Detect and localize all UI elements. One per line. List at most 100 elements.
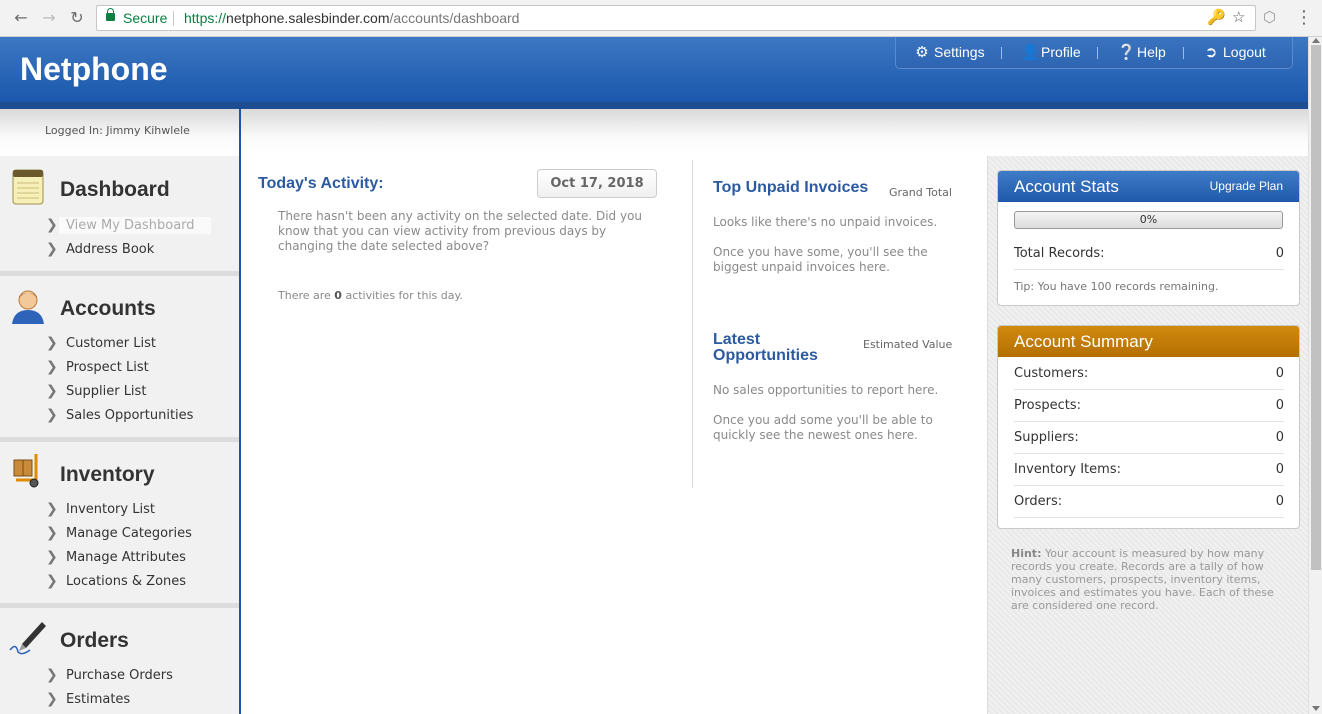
records-tip: Tip: You have 100 records remaining. — [1014, 280, 1219, 293]
sidebar-heading-accounts: Accounts — [60, 297, 156, 320]
summary-row-prospects: Prospects: 0 — [1014, 390, 1284, 422]
sidebar-section-dashboard: Dashboard ❯ View My Dashboard ❯ Address Bo… — [0, 156, 239, 272]
help-icon: ❔ — [1117, 44, 1136, 61]
invoices-help-message: Once you have some, you'll see the bigge… — [713, 245, 928, 274]
gear-icon: ⚙ — [915, 44, 929, 61]
summary-row-inventory-items: Inventory Items: 0 — [1014, 454, 1284, 486]
sidebar-item-prospect-list[interactable]: ❯ Prospect List — [46, 359, 149, 375]
sidebar-heading-inventory: Inventory — [60, 463, 155, 486]
chevron-right-icon: ❯ — [46, 359, 58, 375]
sidebar-item-purchase-orders[interactable]: ❯ Purchase Orders — [46, 667, 173, 683]
key-icon[interactable]: 🔑 — [1207, 6, 1226, 30]
account-stats-panel: Account Stats Upgrade Plan 0% Total Reco… — [997, 170, 1300, 306]
account-summary-header: Account Summary — [998, 326, 1299, 357]
sidebar-item-supplier-list[interactable]: ❯ Supplier List — [46, 383, 146, 399]
total-records-value: 0 — [1275, 246, 1284, 261]
account-stats-title: Account Stats — [1014, 177, 1119, 196]
notepad-icon — [12, 169, 44, 205]
top-nav: ⚙ Settings 👤Profile ❔Help ➲ Logout — [895, 37, 1293, 69]
divider — [1097, 47, 1098, 59]
account-summary-title: Account Summary — [1014, 332, 1153, 351]
chevron-right-icon: ❯ — [46, 335, 58, 351]
column-divider — [692, 160, 693, 488]
chevron-right-icon: ❯ — [46, 691, 58, 707]
sidebar-item-view-dashboard[interactable]: ❯ View My Dashboard — [46, 217, 211, 234]
sidebar-item-inventory-list[interactable]: ❯ Inventory List — [46, 501, 155, 517]
chevron-right-icon: ❯ — [46, 383, 58, 399]
url-text: https://netphone.salesbinder.com/account… — [184, 10, 520, 26]
menu-icon[interactable]: ⋮ — [1295, 8, 1313, 28]
divider — [1001, 47, 1002, 59]
unpaid-invoices-title: Top Unpaid Invoices — [713, 179, 869, 196]
chevron-right-icon: ❯ — [46, 241, 58, 257]
star-icon[interactable]: ☆ — [1232, 6, 1245, 30]
hand-truck-icon — [13, 454, 39, 488]
latest-opportunities-title: Latest Opportunities — [713, 331, 818, 364]
app-header: Netphone ⚙ Settings 👤Profile ❔Help ➲ Logou… — [0, 37, 1308, 109]
user-icon — [12, 290, 44, 324]
secure-label: Secure — [123, 10, 168, 26]
forward-icon[interactable]: → — [39, 8, 59, 28]
lock-icon — [106, 8, 115, 21]
back-icon[interactable]: ← — [11, 8, 31, 28]
chevron-right-icon: ❯ — [46, 501, 58, 517]
extension-icon[interactable]: ⬡ — [1263, 9, 1279, 26]
divider — [1183, 47, 1184, 59]
settings-link[interactable]: ⚙ Settings — [914, 43, 984, 61]
hint-text: Hint: Your account is measured by how ma… — [1011, 547, 1274, 612]
logout-icon: ➲ — [1204, 44, 1218, 61]
account-stats-header: Account Stats Upgrade Plan — [998, 171, 1299, 202]
profile-link[interactable]: 👤Profile — [1021, 43, 1081, 61]
sidebar-heading-dashboard: Dashboard — [60, 178, 170, 201]
summary-row-orders: Orders: 0 — [1014, 486, 1284, 518]
sidebar-heading-orders: Orders — [60, 629, 129, 652]
chevron-right-icon: ❯ — [46, 573, 58, 589]
activity-message: There hasn't been any activity on the se… — [278, 209, 643, 253]
opportunities-empty-message: No sales opportunities to report here. — [713, 383, 939, 397]
user-icon: 👤 — [1021, 44, 1040, 61]
divider — [173, 11, 174, 26]
address-bar[interactable]: Secure https://netphone.salesbinder.com/… — [96, 5, 1256, 31]
sub-bar: Logged In: Jimmy Kihwlele — [0, 109, 1308, 156]
opportunities-help-message: Once you add some you'll be able to quic… — [713, 413, 933, 442]
chevron-right-icon: ❯ — [46, 407, 58, 423]
logout-link[interactable]: ➲ Logout — [1203, 43, 1266, 61]
activity-count: There are 0 activities for this day. — [278, 289, 463, 302]
chevron-right-icon: ❯ — [46, 549, 58, 565]
scroll-thumb[interactable] — [1311, 45, 1321, 570]
pen-icon — [9, 622, 46, 655]
scroll-up-icon[interactable] — [1312, 38, 1320, 43]
sidebar-item-manage-categories[interactable]: ❯ Manage Categories — [46, 525, 192, 541]
upgrade-plan-link[interactable]: Upgrade Plan — [1210, 171, 1283, 202]
scroll-down-icon[interactable] — [1312, 706, 1320, 711]
grand-total-label: Grand Total — [889, 186, 952, 199]
chevron-right-icon: ❯ — [46, 525, 58, 541]
sidebar: Dashboard ❯ View My Dashboard ❯ Address Bo… — [0, 156, 239, 714]
browser-toolbar: ← → ↻ Secure https://netphone.salesbinde… — [0, 0, 1322, 37]
page-scrollbar[interactable] — [1308, 37, 1322, 714]
date-picker-button[interactable]: Oct 17, 2018 — [537, 169, 657, 198]
sidebar-item-locations-zones[interactable]: ❯ Locations & Zones — [46, 573, 186, 589]
sidebar-section-accounts: Accounts ❯ Customer List ❯ Prospect List ❯… — [0, 271, 239, 439]
summary-row-customers: Customers: 0 — [1014, 358, 1284, 390]
activity-title: Today's Activity: — [258, 175, 384, 192]
account-summary-panel: Account Summary Customers: 0 Prospects: 0 … — [997, 325, 1300, 529]
summary-row-suppliers: Suppliers: 0 — [1014, 422, 1284, 454]
total-records-row: Total Records: 0 — [1014, 238, 1284, 270]
brand-logo[interactable]: Netphone — [20, 51, 168, 88]
sidebar-item-customer-list[interactable]: ❯ Customer List — [46, 335, 156, 351]
chevron-right-icon: ❯ — [46, 667, 58, 683]
help-link[interactable]: ❔Help — [1117, 43, 1166, 61]
sidebar-item-manage-attributes[interactable]: ❯ Manage Attributes — [46, 549, 186, 565]
logged-in-user: Logged In: Jimmy Kihwlele — [45, 124, 190, 137]
reload-icon[interactable]: ↻ — [67, 8, 87, 28]
sidebar-item-sales-opportunities[interactable]: ❯ Sales Opportunities — [46, 407, 193, 423]
invoices-empty-message: Looks like there's no unpaid invoices. — [713, 215, 938, 229]
sidebar-item-estimates[interactable]: ❯ Estimates — [46, 691, 130, 707]
records-progress-bar: 0% — [1014, 211, 1283, 229]
estimated-value-label: Estimated Value — [863, 338, 953, 351]
sidebar-section-inventory: Inventory ❯ Inventory List ❯ Manage Catego… — [0, 437, 239, 605]
sidebar-section-orders: Orders ❯ Purchase Orders ❯ Estimates — [0, 603, 239, 714]
total-records-label: Total Records: — [1014, 246, 1105, 261]
sidebar-item-address-book[interactable]: ❯ Address Book — [46, 241, 154, 257]
